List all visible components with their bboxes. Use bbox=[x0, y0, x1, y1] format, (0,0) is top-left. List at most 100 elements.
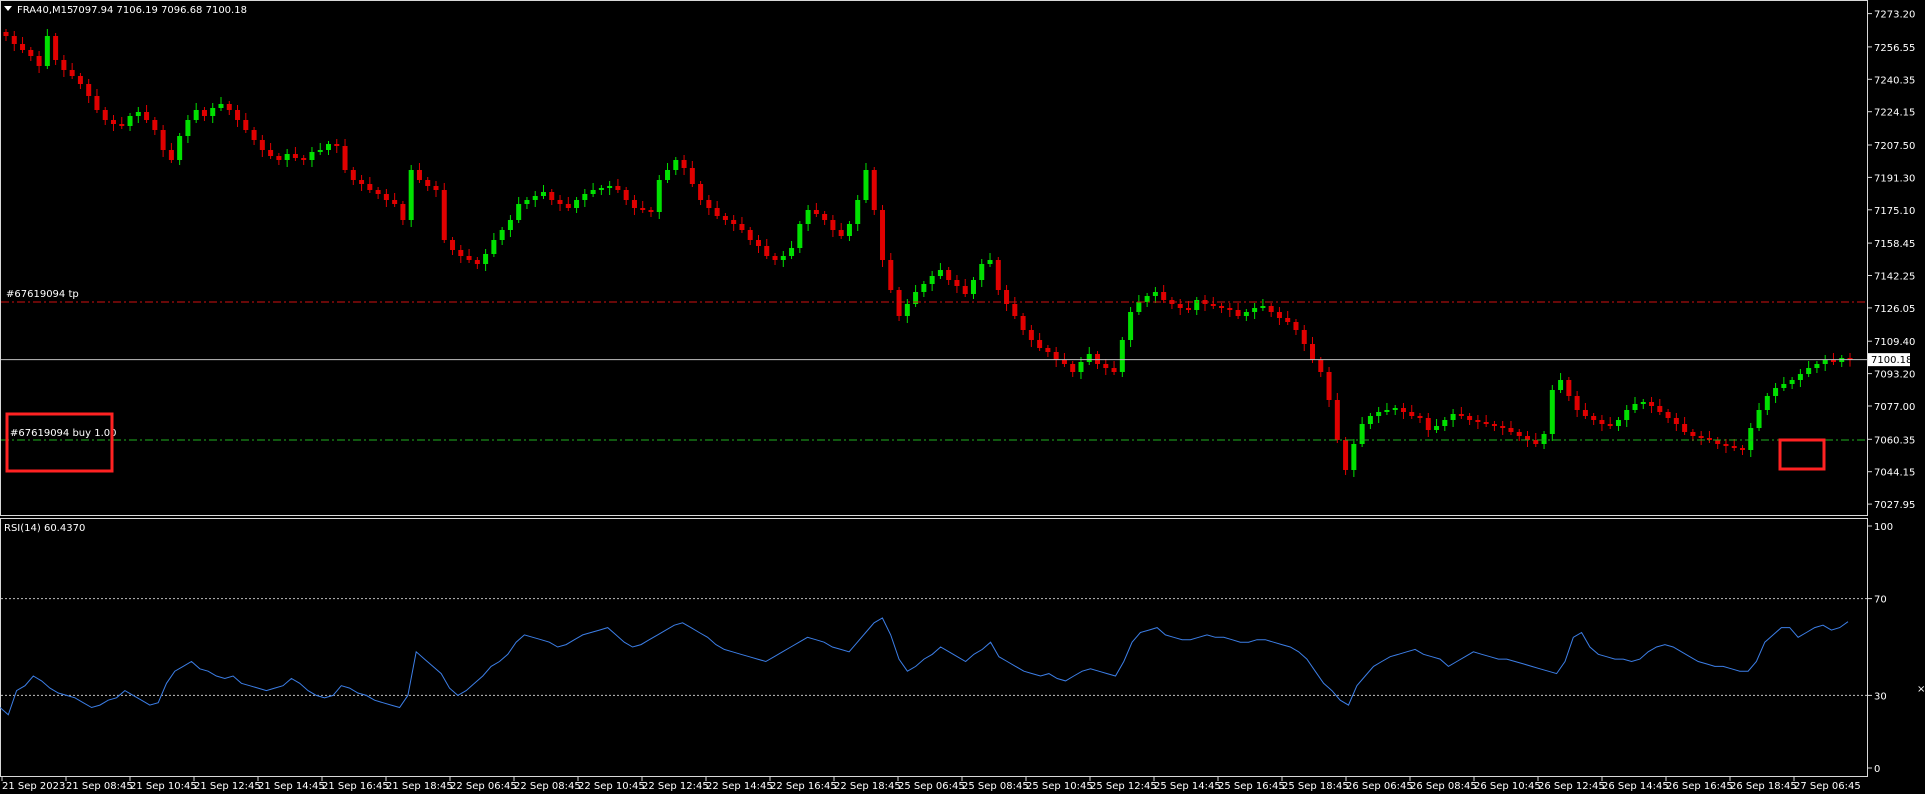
time-axis-label: 26 Sep 06:45 bbox=[1346, 781, 1413, 792]
price-axis-label: 7142.25 bbox=[1874, 272, 1915, 283]
candle-body bbox=[623, 190, 629, 200]
candle-body bbox=[1012, 304, 1018, 316]
candle-body bbox=[1632, 404, 1638, 410]
candle-body bbox=[1119, 340, 1125, 372]
candle-body bbox=[871, 170, 877, 210]
candle-body bbox=[1525, 436, 1531, 440]
candle-body bbox=[375, 190, 381, 194]
price-axis-label: 7175.10 bbox=[1874, 206, 1915, 217]
candle-body bbox=[1359, 424, 1365, 444]
candle-body bbox=[590, 190, 596, 194]
candle-body bbox=[1400, 408, 1406, 412]
candle-body bbox=[797, 224, 803, 248]
candle-body bbox=[1318, 360, 1324, 372]
candle-body bbox=[516, 204, 522, 220]
candle-body bbox=[1268, 306, 1274, 312]
time-axis-label: 25 Sep 16:45 bbox=[1218, 781, 1285, 792]
candle-body bbox=[317, 150, 323, 152]
candle-body bbox=[499, 230, 505, 240]
candle-body bbox=[36, 56, 42, 66]
candle-body bbox=[813, 210, 819, 214]
candle-body bbox=[1252, 308, 1258, 312]
candle-body bbox=[1541, 434, 1547, 444]
candle-body bbox=[1458, 414, 1464, 416]
candle-body bbox=[77, 76, 83, 84]
candle-body bbox=[1103, 364, 1109, 368]
candle-body bbox=[94, 96, 100, 110]
price-axis-label: 7027.95 bbox=[1874, 500, 1915, 511]
candle-body bbox=[11, 36, 17, 44]
candle-body bbox=[1508, 428, 1514, 432]
candle-body bbox=[855, 200, 861, 224]
candle-body bbox=[44, 36, 50, 66]
candle-body bbox=[1764, 396, 1770, 410]
price-axis-label: 7273.20 bbox=[1874, 10, 1915, 21]
candle-body bbox=[342, 146, 348, 170]
candle-body bbox=[292, 154, 298, 158]
candle-body bbox=[276, 156, 282, 160]
candle-body bbox=[1384, 410, 1390, 412]
candle-body bbox=[1740, 448, 1746, 450]
candle-body bbox=[86, 84, 92, 96]
close-icon[interactable]: × bbox=[1917, 684, 1925, 695]
candle-body bbox=[400, 204, 406, 220]
candle-body bbox=[1657, 406, 1663, 412]
candle bbox=[441, 183, 447, 243]
candle-body bbox=[665, 170, 671, 180]
candle-body bbox=[1491, 424, 1497, 426]
candle-body bbox=[1128, 312, 1134, 340]
candle-body bbox=[1020, 316, 1026, 330]
candle-body bbox=[937, 270, 943, 276]
candle-body bbox=[135, 112, 141, 116]
candle-body bbox=[731, 220, 737, 224]
candle-body bbox=[127, 116, 133, 126]
candle-body bbox=[152, 120, 158, 130]
candle-body bbox=[1566, 380, 1572, 396]
candle-body bbox=[1442, 420, 1448, 426]
candle-body bbox=[28, 50, 34, 56]
candle-body bbox=[582, 194, 588, 200]
candle-body bbox=[615, 186, 621, 190]
candle-body bbox=[954, 280, 960, 286]
candle-body bbox=[1367, 416, 1373, 424]
candle-body bbox=[325, 144, 331, 150]
candle-body bbox=[1334, 400, 1340, 440]
trading-chart[interactable]: #67619094 tp #67619094 buy 1.00 FRA40,M1… bbox=[0, 0, 1925, 794]
candle bbox=[995, 257, 1001, 295]
time-axis-label: 22 Sep 16:45 bbox=[770, 781, 837, 792]
candle-body bbox=[507, 220, 513, 230]
price-axis-label: 7126.05 bbox=[1874, 304, 1915, 315]
time-axis-label: 27 Sep 06:45 bbox=[1794, 781, 1861, 792]
candle-body bbox=[1285, 318, 1291, 322]
candle bbox=[1334, 393, 1340, 443]
candle-body bbox=[1756, 410, 1762, 428]
candle-body bbox=[1293, 322, 1299, 330]
symbol-label: FRA40,M15 bbox=[17, 5, 73, 16]
candle-body bbox=[110, 120, 116, 124]
candle-body bbox=[1591, 416, 1597, 420]
candle-body bbox=[1822, 360, 1828, 364]
candle-body bbox=[1310, 344, 1316, 360]
candle-body bbox=[425, 180, 431, 186]
candle-body bbox=[929, 276, 935, 284]
candle-body bbox=[970, 280, 976, 294]
candle-body bbox=[863, 170, 869, 200]
time-axis-label: 25 Sep 10:45 bbox=[1026, 781, 1093, 792]
candle bbox=[1119, 337, 1125, 377]
price-axis-label: 7256.55 bbox=[1874, 43, 1915, 54]
candle-body bbox=[540, 192, 546, 196]
rsi-label: RSI(14) 60.4370 bbox=[4, 523, 85, 534]
candle-body bbox=[780, 256, 786, 260]
candle-body bbox=[1351, 444, 1357, 470]
candle-body bbox=[1086, 354, 1092, 362]
candle-body bbox=[1558, 380, 1564, 390]
candle-body bbox=[1144, 296, 1150, 302]
candle-body bbox=[259, 140, 265, 150]
time-axis-label: 26 Sep 14:45 bbox=[1602, 781, 1669, 792]
candle-body bbox=[284, 154, 290, 160]
candle-body bbox=[1210, 304, 1216, 306]
candle-body bbox=[565, 204, 571, 208]
price-axis-label: 7191.30 bbox=[1874, 173, 1915, 184]
candle-body bbox=[1640, 402, 1646, 404]
candle-body bbox=[416, 170, 422, 180]
